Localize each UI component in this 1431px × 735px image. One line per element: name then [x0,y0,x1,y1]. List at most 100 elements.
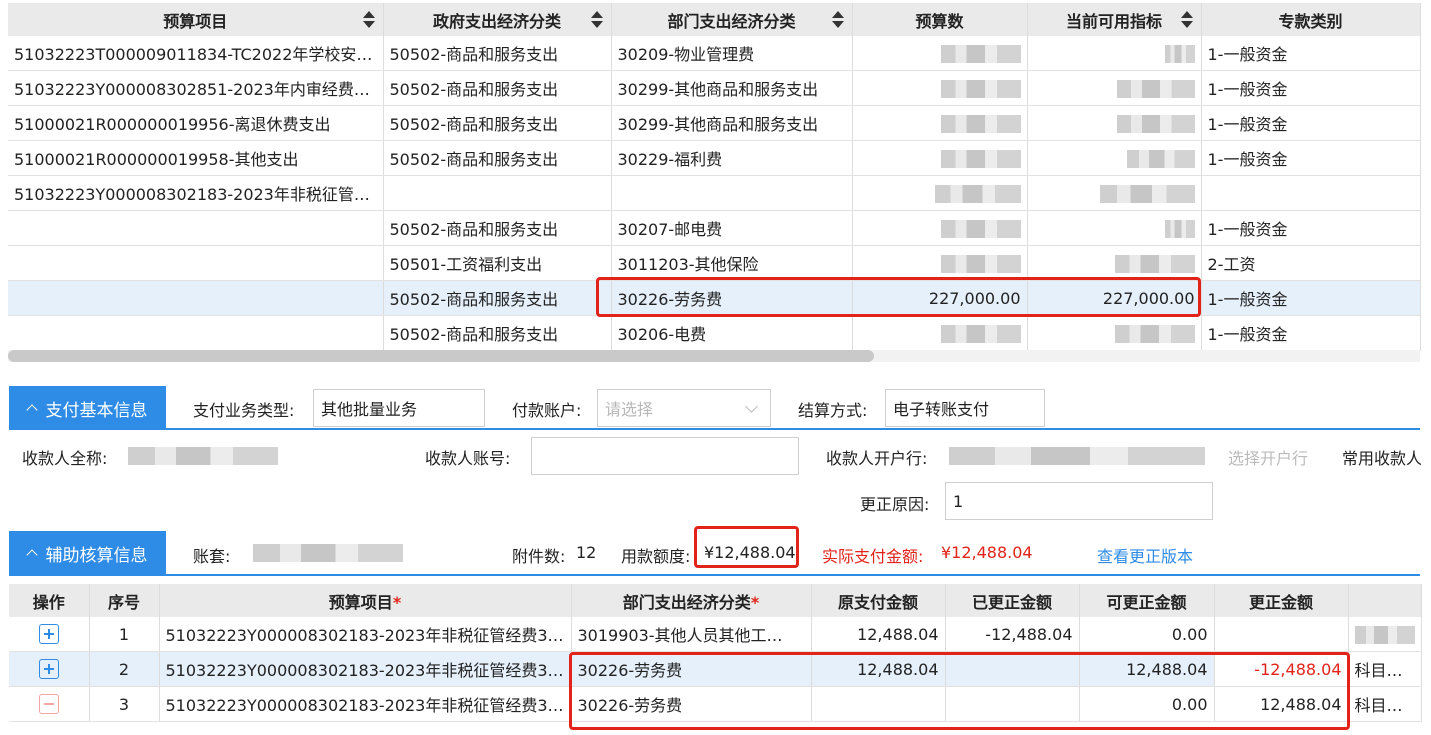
cell-no: 2 [89,651,160,687]
table-row[interactable]: 1 51032223Y000008302183-2023年非税征管经费3… 30… [9,617,1422,652]
cell-project: 51032223T000009011834-TC2022年学校安… [8,36,384,71]
cell-budget [852,245,1028,281]
cell-available [1027,105,1202,141]
cell-project: 51032223Y000008302183-2023年非税征管… [8,175,384,211]
cell-type: 1-一般资金 [1201,315,1421,351]
payee-account-field[interactable] [531,437,799,475]
table-row[interactable]: 50502-商品和服务支出 30206-电费 1-一般资金 [8,315,1421,351]
select-bank-button[interactable]: 选择开户行 [1228,445,1308,469]
cell-budget [852,175,1028,211]
cell-gov [383,175,612,211]
common-payee-button[interactable]: 常用收款人 [1342,445,1422,469]
cell-budget [852,36,1028,71]
sort-icon[interactable] [590,9,603,31]
payee-name-field[interactable] [120,437,300,475]
sort-icon[interactable] [831,9,844,31]
cell-orig: 12,488.04 [811,617,946,652]
cell-available [1027,210,1202,246]
biz-type-label: 支付业务类型: [193,401,295,420]
table-row[interactable]: 51032223Y000008302851-2023年内审经费… 50502-商… [8,70,1421,106]
cell-dept [611,175,853,211]
header-fund-type: 专款类别 [1201,3,1421,36]
cell-type: 2-工资 [1201,245,1421,281]
table-row-group[interactable]: 51032223Y000008302183-2023年非税征管… [8,175,1421,211]
header-no: 序号 [89,584,160,617]
cell-budget [852,315,1028,351]
header-amount: 更正金额 [1214,584,1349,617]
cell-project [8,245,384,281]
cell-project: 51032223Y000008302183-2023年非税征管经费3… [159,617,572,652]
header-dept: 部门支出经济分类* [571,584,812,617]
sort-icon[interactable] [362,9,375,31]
cell-available [1027,245,1202,281]
amount-label: 用款额度: [621,547,691,566]
cell-type [1201,175,1421,211]
cell-type: 1-一般资金 [1201,70,1421,106]
cell-type: 1-一般资金 [1201,105,1421,141]
cell-gov: 50502-商品和服务支出 [383,36,612,71]
cell-op [9,617,90,652]
cell-budget [852,210,1028,246]
header-dept-class[interactable]: 部门支出经济分类 [611,3,853,36]
cell-project [8,315,384,351]
cell-no: 3 [89,686,160,722]
remove-row-icon[interactable] [38,694,59,715]
cell-gov: 50502-商品和服务支出 [383,105,612,141]
cell-available [1027,175,1202,211]
cell-project: 51000021R000000019958-其他支出 [8,140,384,176]
header-op: 操作 [9,584,90,617]
payee-name-label: 收款人全称: [22,449,108,468]
tab-aux-info[interactable]: 辅助核算信息 [9,531,166,575]
cell-dept: 3019903-其他人员其他工… [571,617,812,652]
header-budget-amount[interactable]: 预算数 [852,3,1028,36]
biz-type-field[interactable]: 其他批量业务 [313,389,485,427]
add-row-icon[interactable] [38,659,59,680]
add-row-icon[interactable] [38,624,59,645]
actual-amount-value: ¥12,488.04 [941,543,1033,562]
ledger-label: 账套: [193,547,231,566]
cell-avail: 0.00 [1079,617,1215,652]
cell-budget [852,140,1028,176]
reason-field[interactable]: 1 [945,482,1213,520]
cell-budget [852,70,1028,106]
settle-label: 结算方式: [798,401,868,420]
header-corrected: 已更正金额 [945,584,1080,617]
view-version-link[interactable]: 查看更正版本 [1097,543,1193,567]
sort-icon[interactable] [1180,9,1193,31]
header-gov-class[interactable]: 政府支出经济分类 [383,3,612,36]
cell-dept: 30209-物业管理费 [611,36,853,71]
header-budget-project[interactable]: 预算项目 [8,3,384,36]
header-orig: 原支付金额 [811,584,946,617]
payee-account-label: 收款人账号: [425,449,511,468]
table-row[interactable]: 50502-商品和服务支出 30207-邮电费 1-一般资金 [8,210,1421,246]
cell-available [1027,70,1202,106]
horizontal-scrollbar[interactable] [8,350,874,362]
chevron-up-icon [25,404,38,416]
cell-project: 51032223Y000008302183-2023年非税征管经费3… [159,651,572,687]
header-project: 预算项目* [159,584,572,617]
cell-type: 1-一般资金 [1201,210,1421,246]
cell-project: 51000021R000000019956-离退休费支出 [8,105,384,141]
highlight-box [694,526,799,568]
cell-project [8,280,384,316]
cell-dept: 3011203-其他保险 [611,245,853,281]
cell-dept: 30207-邮电费 [611,210,853,246]
payee-bank-field[interactable] [941,437,1213,475]
settle-field[interactable]: 电子转账支付 [885,389,1045,427]
tab-payment-info[interactable]: 支付基本信息 [9,386,166,430]
ledger-field[interactable] [245,534,485,572]
cell-amount[interactable] [1214,617,1349,652]
collapse-icon[interactable] [375,188,382,204]
header-available[interactable]: 当前可用指标 [1027,3,1202,36]
cell-available [1027,36,1202,71]
table-row[interactable]: 51000021R000000019958-其他支出 50502-商品和服务支出… [8,140,1421,176]
table-row[interactable]: 51000021R000000019956-离退休费支出 50502-商品和服务… [8,105,1421,141]
table-row[interactable]: 51032223T000009011834-TC2022年学校安… 50502-… [8,36,1421,71]
table-row[interactable]: 50501-工资福利支出 3011203-其他保险 2-工资 [8,245,1421,281]
cell-extra: 科目调剂 [1348,651,1422,687]
cell-dept: 30299-其他商品和服务支出 [611,70,853,106]
account-select[interactable]: 请选择 [597,389,771,427]
payee-bank-label: 收款人开户行: [826,449,928,468]
cell-project [8,210,384,246]
cell-dept: 30206-电费 [611,315,853,351]
